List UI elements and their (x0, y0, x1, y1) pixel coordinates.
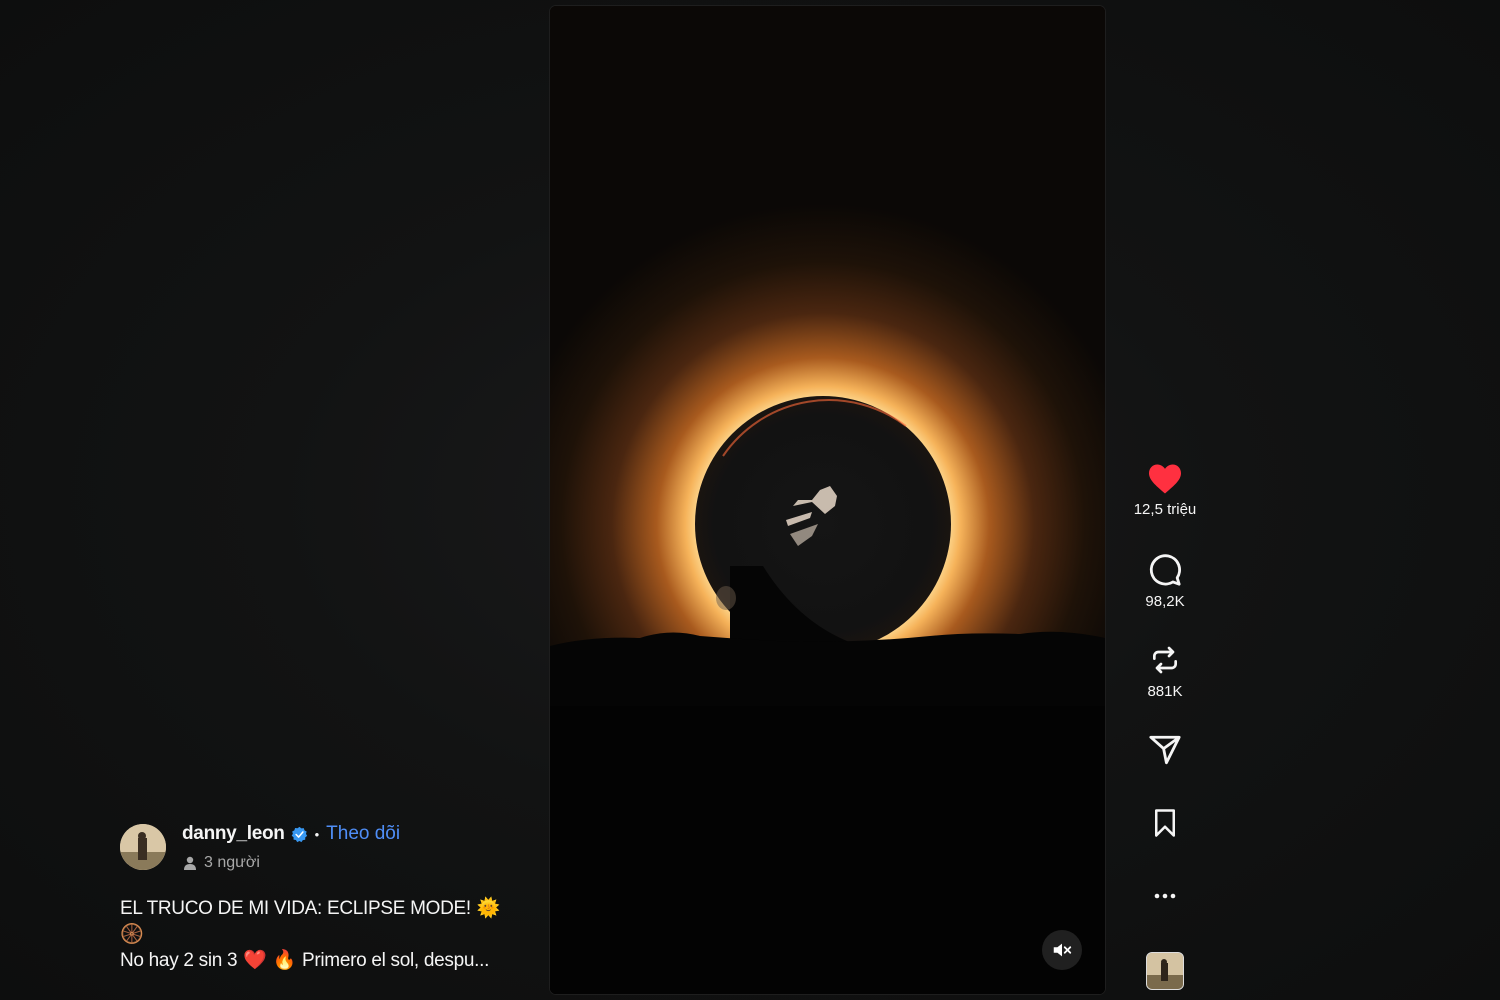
mute-button[interactable] (1042, 930, 1082, 970)
audience-row: 3 người (182, 854, 400, 872)
audience-label: 3 người (204, 854, 260, 871)
caption-line-1: EL TRUCO DE MI VIDA: ECLIPSE MODE! (120, 898, 471, 919)
follow-button[interactable]: Theo dõi (326, 823, 400, 845)
comment-button[interactable]: 98,2K (1125, 553, 1205, 610)
sun-emoji-icon: 🌞 (476, 898, 501, 919)
repost-icon (1153, 646, 1177, 674)
reel-video[interactable] (550, 6, 1105, 994)
wheel-emoji-icon: 🛞 (120, 924, 144, 945)
comment-count: 98,2K (1145, 593, 1185, 610)
save-button[interactable] (1125, 806, 1205, 840)
verified-badge-icon (291, 826, 307, 842)
send-paper-plane-icon (1149, 735, 1181, 765)
heart-filled-icon (1149, 464, 1181, 494)
audio-thumbnail-image (1147, 953, 1183, 989)
avatar[interactable] (120, 824, 166, 870)
eclipse-scene (550, 6, 1105, 994)
author-block: danny_leon • Theo dõi 3 người (120, 822, 400, 872)
person-icon (184, 856, 196, 870)
share-button[interactable] (1125, 733, 1205, 767)
reel-viewer: danny_leon • Theo dõi 3 người EL TRUCO D… (0, 0, 1500, 1000)
bookmark-icon (1155, 809, 1175, 837)
like-button[interactable]: 12,5 triệu (1125, 463, 1205, 518)
author-username[interactable]: danny_leon (182, 823, 285, 845)
caption-line-3-rest: Primero el sol, despu... (301, 950, 490, 971)
heart-emoji-icon: ❤️ (243, 950, 267, 971)
caption[interactable]: EL TRUCO DE MI VIDA: ECLIPSE MODE! 🌞 🛞 N… (120, 896, 520, 974)
repost-button[interactable]: 881K (1125, 643, 1205, 700)
fire-emoji-icon: 🔥 (272, 950, 297, 971)
more-dots-icon (1154, 893, 1176, 899)
audio-thumbnail[interactable] (1146, 952, 1184, 990)
separator-dot: • (314, 826, 320, 842)
avatar-image (120, 824, 166, 870)
like-count: 12,5 triệu (1133, 501, 1197, 518)
more-options-button[interactable] (1125, 886, 1205, 906)
muted-speaker-icon (1053, 943, 1072, 957)
caption-line-3-start: No hay 2 sin 3 (120, 950, 238, 971)
comment-icon (1149, 554, 1181, 586)
repost-count: 881K (1147, 683, 1183, 700)
